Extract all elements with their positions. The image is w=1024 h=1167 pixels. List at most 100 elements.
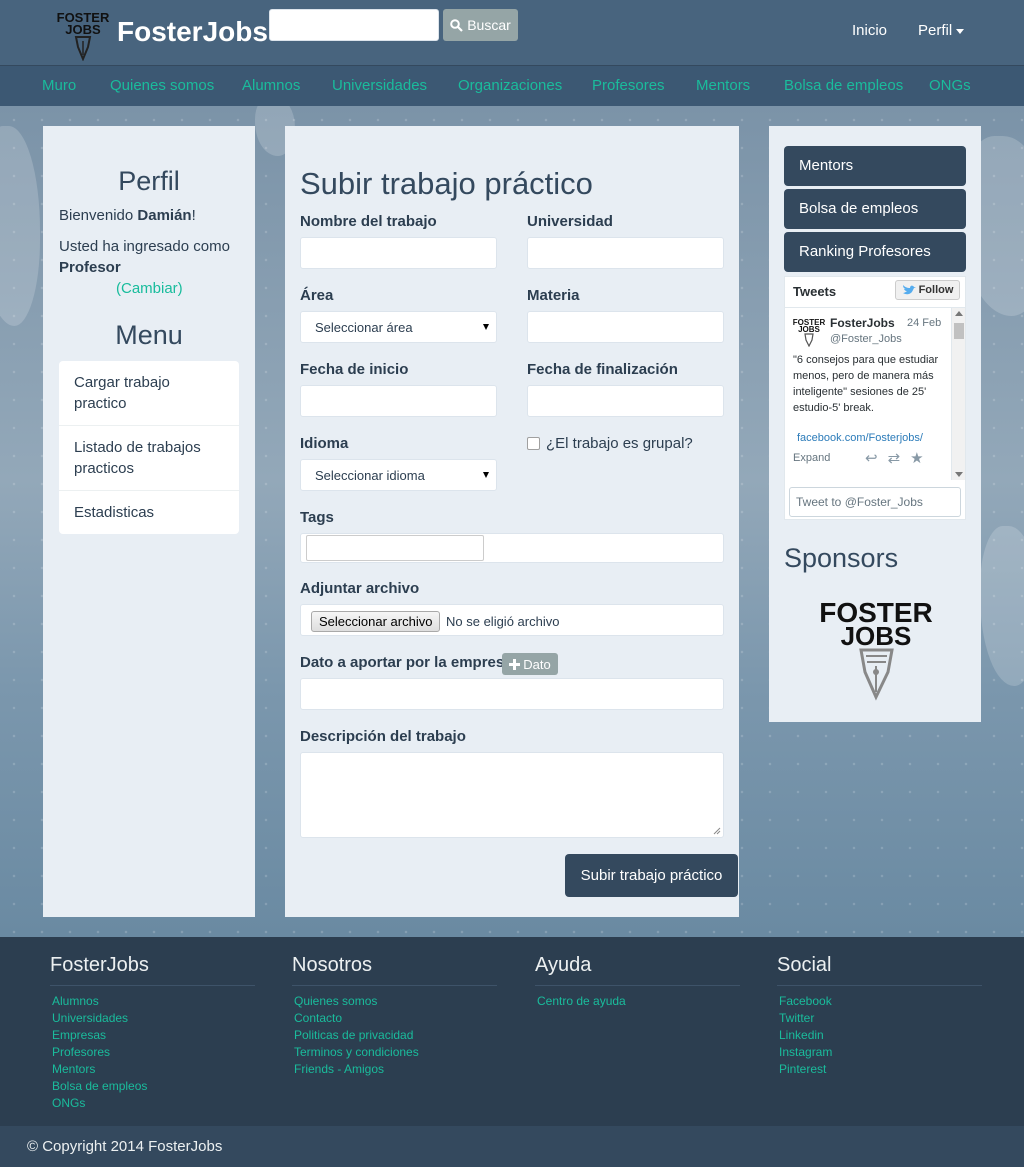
- nav-inicio-link[interactable]: Inicio: [852, 22, 887, 39]
- footer-link[interactable]: Alumnos: [50, 993, 255, 1010]
- footer-link[interactable]: Quienes somos: [292, 993, 497, 1010]
- tags-field[interactable]: [300, 533, 724, 563]
- resize-handle-icon[interactable]: [713, 827, 721, 835]
- grupal-checkbox[interactable]: [527, 437, 540, 450]
- footer-link[interactable]: Bolsa de empleos: [50, 1078, 255, 1095]
- footer-link[interactable]: Facebook: [777, 993, 982, 1010]
- menu-heading: Menu: [115, 320, 183, 350]
- submit-button[interactable]: Subir trabajo práctico: [565, 854, 738, 897]
- tweet-avatar[interactable]: FOSTER JOBS: [793, 317, 825, 347]
- footer-link[interactable]: Twitter: [777, 1010, 982, 1027]
- user-name: Damián: [137, 207, 192, 224]
- footer-col-nosotros: Nosotros Quienes somos Contacto Politica…: [292, 954, 497, 1078]
- nav-item-muro[interactable]: Muro: [42, 77, 76, 94]
- descripcion-textarea[interactable]: [300, 752, 724, 838]
- menu-item-listado-trabajos[interactable]: Listado de trabajos practicos: [59, 426, 239, 491]
- scroll-thumb[interactable]: [954, 323, 964, 339]
- tweets-scrollbar[interactable]: [951, 308, 965, 480]
- fecha-inicio-input[interactable]: [300, 385, 497, 417]
- tweet-text: "6 consejos para que estudiar menos, per…: [793, 354, 939, 414]
- scroll-down-icon[interactable]: [955, 472, 963, 477]
- scroll-up-icon[interactable]: [955, 311, 963, 316]
- tweet-handle[interactable]: @Foster_Jobs: [830, 333, 902, 345]
- nav-item-quienes-somos[interactable]: Quienes somos: [110, 77, 214, 94]
- footer-link[interactable]: Centro de ayuda: [535, 993, 740, 1010]
- search-icon: [450, 18, 463, 32]
- universidad-input[interactable]: [527, 237, 724, 269]
- nav-item-organizaciones[interactable]: Organizaciones: [458, 77, 562, 94]
- fosterjobs-logo[interactable]: FOSTER JOBS: [54, 9, 112, 61]
- dropdown-arrow-icon: [483, 472, 489, 478]
- area-select-value: Seleccionar área: [315, 320, 413, 335]
- footer-link[interactable]: Pinterest: [777, 1061, 982, 1078]
- sponsor-logo-fosterjobs[interactable]: FOSTER JOBS: [814, 592, 939, 702]
- add-dato-button[interactable]: Dato: [502, 653, 558, 675]
- nav-item-alumnos[interactable]: Alumnos: [242, 77, 300, 94]
- mentors-button[interactable]: Mentors: [784, 146, 966, 186]
- nav-item-ongs[interactable]: ONGs: [929, 77, 971, 94]
- footer-link[interactable]: Politicas de privacidad: [292, 1027, 497, 1044]
- tweet-link[interactable]: facebook.com/Fosterjobs/: [797, 432, 923, 444]
- dropdown-arrow-icon: [483, 324, 489, 330]
- fecha-fin-input[interactable]: [527, 385, 724, 417]
- perfil-dropdown[interactable]: Perfil: [918, 22, 965, 39]
- perfil-dropdown-label: Perfil: [918, 22, 953, 39]
- tweet-author[interactable]: FosterJobs: [830, 316, 895, 330]
- footer-col-social: Social Facebook Twitter Linkedin Instagr…: [777, 954, 982, 1078]
- follow-label: Follow: [918, 284, 954, 296]
- materia-input[interactable]: [527, 311, 724, 343]
- bolsa-empleos-button[interactable]: Bolsa de empleos: [784, 189, 966, 229]
- copyright-bar: © Copyright 2014 FosterJobs: [0, 1126, 1024, 1167]
- footer-heading: Social: [777, 954, 982, 986]
- tweets-title: Tweets: [793, 284, 837, 299]
- search-button[interactable]: Buscar: [443, 9, 518, 41]
- dato-label: Dato a aportar por la empresa: [300, 654, 513, 671]
- brand-name[interactable]: FosterJobs: [117, 16, 268, 48]
- tags-input[interactable]: [306, 535, 484, 561]
- nav-item-universidades[interactable]: Universidades: [332, 77, 427, 94]
- menu-item-estadisticas[interactable]: Estadisticas: [59, 491, 239, 534]
- choose-file-button[interactable]: Seleccionar archivo: [311, 611, 441, 632]
- change-role-link[interactable]: (Cambiar): [116, 280, 183, 297]
- menu-item-cargar-trabajo[interactable]: Cargar trabajo practico: [59, 361, 239, 426]
- dato-input[interactable]: [300, 678, 724, 710]
- follow-button[interactable]: Follow: [895, 280, 960, 300]
- tweet-expand-link[interactable]: Expand: [793, 452, 830, 464]
- upload-form-panel: Subir trabajo práctico Nombre del trabaj…: [285, 126, 739, 917]
- nombre-input[interactable]: [300, 237, 497, 269]
- tweet-date[interactable]: 24 Feb: [907, 317, 941, 329]
- star-icon[interactable]: ★: [910, 450, 933, 467]
- file-input[interactable]: Seleccionar archivo No se eligió archivo: [300, 604, 724, 636]
- search-input[interactable]: [269, 9, 439, 41]
- footer-link[interactable]: Contacto: [292, 1010, 497, 1027]
- retweet-icon[interactable]: ⇄: [888, 450, 911, 467]
- materia-label: Materia: [527, 287, 580, 304]
- reply-icon[interactable]: ↩: [865, 450, 888, 467]
- main-navbar: Muro Quienes somos Alumnos Universidades…: [0, 65, 1024, 106]
- footer-link[interactable]: Linkedin: [777, 1027, 982, 1044]
- ranking-profesores-button[interactable]: Ranking Profesores: [784, 232, 966, 272]
- copyright-text: © Copyright 2014 FosterJobs: [27, 1138, 223, 1155]
- footer-link[interactable]: Empresas: [50, 1027, 255, 1044]
- grupal-label[interactable]: ¿El trabajo es grupal?: [546, 435, 693, 452]
- nav-item-profesores[interactable]: Profesores: [592, 77, 665, 94]
- nav-item-mentors[interactable]: Mentors: [696, 77, 750, 94]
- footer-link[interactable]: Instagram: [777, 1044, 982, 1061]
- idioma-select[interactable]: Seleccionar idioma: [300, 459, 497, 491]
- footer-link[interactable]: Friends - Amigos: [292, 1061, 497, 1078]
- right-sidebar: Mentors Bolsa de empleos Ranking Profeso…: [769, 126, 981, 722]
- svg-text:JOBS: JOBS: [841, 621, 912, 651]
- tweet-to-input[interactable]: Tweet to @Foster_Jobs: [789, 487, 961, 517]
- tweet-actions: ↩⇄★: [865, 449, 934, 467]
- footer-link[interactable]: Terminos y condiciones: [292, 1044, 497, 1061]
- logged-as-text: Usted ha ingresado como: [59, 238, 230, 255]
- footer-link[interactable]: ONGs: [50, 1095, 255, 1112]
- footer-link[interactable]: Mentors: [50, 1061, 255, 1078]
- area-select[interactable]: Seleccionar área: [300, 311, 497, 343]
- divider: [785, 307, 965, 308]
- nav-item-bolsa-de-empleos[interactable]: Bolsa de empleos: [784, 77, 903, 94]
- sidebar-menu: Cargar trabajo practico Listado de traba…: [59, 361, 239, 534]
- welcome-prefix: Bienvenido: [59, 207, 138, 224]
- footer-link[interactable]: Profesores: [50, 1044, 255, 1061]
- footer-link[interactable]: Universidades: [50, 1010, 255, 1027]
